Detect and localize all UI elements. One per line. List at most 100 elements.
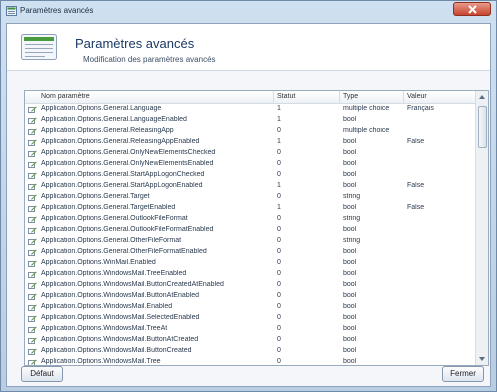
setting-edit-icon [28, 205, 37, 212]
cell-name: Application.Options.General.StartAppLogo… [41, 182, 203, 189]
table-row[interactable]: Application.Options.WindowsMail.TreeEnab… [25, 269, 476, 280]
table-row[interactable]: Application.Options.General.OutlookFileF… [25, 214, 476, 225]
cell-status: 1 [277, 105, 281, 112]
dialog-client-area: Paramètres avancés Modification des para… [6, 23, 491, 387]
setting-edit-icon [28, 304, 37, 311]
setting-edit-icon [28, 337, 37, 344]
cell-status: 1 [277, 138, 281, 145]
dialog-subtitle: Modification des paramètres avancés [83, 55, 216, 64]
cell-name: Application.Options.General.OnlyNewEleme… [41, 149, 216, 156]
setting-edit-icon [28, 117, 37, 124]
cell-status: 0 [277, 325, 281, 332]
table-row[interactable]: Application.Options.General.StartAppLogo… [25, 170, 476, 181]
window-close-button[interactable] [453, 2, 491, 16]
settings-table[interactable]: Nom paramètre Statut Type Valeur Applica… [24, 90, 489, 366]
title-bar[interactable]: Paramètres avancés [1, 1, 496, 21]
table-row[interactable]: Application.Options.WindowsMail.Enabled 0… [25, 302, 476, 313]
cell-status: 0 [277, 270, 281, 277]
table-row[interactable]: Application.Options.WindowsMail.TreeAt 0 b… [25, 324, 476, 335]
table-body: Application.Options.General.Language 1 mul… [25, 104, 476, 365]
cell-status: 0 [277, 259, 281, 266]
setting-edit-icon [28, 194, 37, 201]
table-row[interactable]: Application.Options.WindowsMail.Selected… [25, 313, 476, 324]
setting-edit-icon [28, 293, 37, 300]
table-row[interactable]: Application.Options.General.Language 1 mul… [25, 104, 476, 115]
cell-status: 0 [277, 292, 281, 299]
cell-status: 0 [277, 193, 281, 200]
column-header-type[interactable]: Type [343, 93, 358, 100]
default-button[interactable]: Défaut [21, 366, 63, 382]
cell-status: 0 [277, 237, 281, 244]
column-divider[interactable] [273, 91, 274, 103]
cell-status: 0 [277, 160, 281, 167]
table-row[interactable]: Application.Options.WinMail.Enabled 0 bool [25, 258, 476, 269]
cell-name: Application.Options.WindowsMail.ButtonAt… [41, 336, 199, 343]
cell-status: 1 [277, 116, 281, 123]
table-row[interactable]: Application.Options.General.LanguageEnab… [25, 115, 476, 126]
cell-type: bool [343, 259, 357, 266]
table-row[interactable]: Application.Options.General.OutlookFileF… [25, 225, 476, 236]
cell-name: Application.Options.WindowsMail.Selected… [41, 314, 200, 321]
column-header-name[interactable]: Nom paramètre [41, 93, 90, 100]
close-icon [468, 5, 477, 14]
dialog-header: Paramètres avancés Modification des para… [7, 24, 490, 71]
app-icon [6, 6, 17, 16]
table-row[interactable]: Application.Options.General.TargetEnable… [25, 203, 476, 214]
cell-name: Application.Options.General.ReleasingApp… [41, 138, 200, 145]
table-row[interactable]: Application.Options.General.OtherFileFor… [25, 236, 476, 247]
scroll-down-arrow-icon[interactable] [476, 353, 488, 365]
column-divider[interactable] [403, 91, 404, 103]
table-row[interactable]: Application.Options.General.ReleasingApp… [25, 137, 476, 148]
setting-edit-icon [28, 315, 37, 322]
table-row[interactable]: Application.Options.General.Target 0 strin… [25, 192, 476, 203]
cell-status: 0 [277, 358, 281, 365]
table-row[interactable]: Application.Options.General.ReleasingApp… [25, 126, 476, 137]
setting-edit-icon [28, 282, 37, 289]
table-row[interactable]: Application.Options.WindowsMail.ButtonAt… [25, 291, 476, 302]
cell-name: Application.Options.WindowsMail.ButtonCr… [41, 347, 192, 354]
setting-edit-icon [28, 139, 37, 146]
cell-name: Application.Options.General.LanguageEnab… [41, 116, 187, 123]
table-row[interactable]: Application.Options.General.OnlyNewEleme… [25, 148, 476, 159]
table-row[interactable]: Application.Options.WindowsMail.ButtonCr… [25, 280, 476, 291]
setting-edit-icon [28, 359, 37, 365]
advanced-settings-window: Paramètres avancés Paramètres avancés Mo… [0, 0, 497, 392]
cell-status: 0 [277, 226, 281, 233]
column-header-value[interactable]: Valeur [407, 93, 427, 100]
cell-name: Application.Options.General.StartAppLogo… [41, 171, 205, 178]
table-row[interactable]: Application.Options.General.StartAppLogo… [25, 181, 476, 192]
cell-type: multiple choice [343, 127, 390, 134]
setting-edit-icon [28, 238, 37, 245]
cell-status: 0 [277, 314, 281, 321]
cell-type: bool [343, 171, 357, 178]
cell-status: 0 [277, 347, 281, 354]
cell-value: False [407, 138, 425, 145]
cell-type: bool [343, 314, 357, 321]
scroll-up-arrow-icon[interactable] [476, 91, 488, 103]
table-row[interactable]: Application.Options.WindowsMail.ButtonCr… [25, 346, 476, 357]
table-row[interactable]: Application.Options.WindowsMail.Tree 0 boo… [25, 357, 476, 365]
table-row[interactable]: Application.Options.General.OnlyNewEleme… [25, 159, 476, 170]
table-row[interactable]: Application.Options.General.OtherFileFor… [25, 247, 476, 258]
scroll-thumb[interactable] [478, 106, 487, 148]
setting-edit-icon [28, 271, 37, 278]
cell-status: 0 [277, 248, 281, 255]
vertical-scrollbar[interactable] [475, 91, 488, 365]
window-title: Paramètres avancés [20, 6, 94, 15]
setting-edit-icon [28, 260, 37, 267]
cell-status: 1 [277, 204, 281, 211]
cell-type: bool [343, 292, 357, 299]
cell-type: string [343, 237, 361, 244]
cell-name: Application.Options.General.ReleasingApp [41, 127, 174, 134]
setting-edit-icon [28, 249, 37, 256]
close-button[interactable]: Fermer [442, 366, 484, 382]
cell-type: bool [343, 138, 357, 145]
table-row[interactable]: Application.Options.WindowsMail.ButtonAt… [25, 335, 476, 346]
cell-type: bool [343, 347, 357, 354]
setting-edit-icon [28, 216, 37, 223]
column-divider[interactable] [339, 91, 340, 103]
setting-edit-icon [28, 128, 37, 135]
cell-name: Application.Options.WindowsMail.ButtonCr… [41, 281, 224, 288]
column-header-status[interactable]: Statut [277, 93, 295, 100]
cell-name: Application.Options.WindowsMail.Enabled [41, 303, 173, 310]
